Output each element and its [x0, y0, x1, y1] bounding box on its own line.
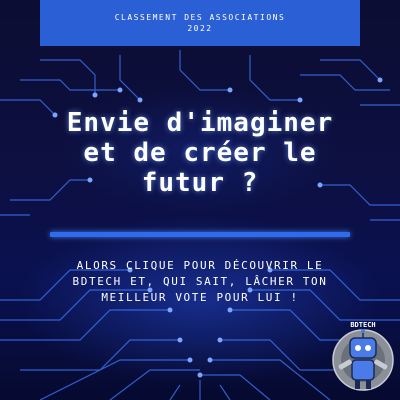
banner-line-1: Classement des associations — [114, 13, 286, 22]
divider-bar — [50, 232, 350, 237]
header-banner: Classement des associations 2022 — [40, 0, 360, 46]
cta-line-2: BDTECH et, qui sait, lâcher ton — [72, 275, 328, 288]
headline-line-1: Envie d'imaginer — [66, 108, 334, 138]
poster: Classement des associations 2022 Envie d… — [0, 0, 400, 400]
robot-mascot-icon: BDTECH — [332, 321, 394, 391]
banner-line-2: 2022 — [187, 24, 213, 33]
logo-text: BDTECH — [350, 321, 375, 329]
headline: Envie d'imaginer et de créer le futur ? — [0, 108, 400, 198]
call-to-action: Alors clique pour découvrir le BDTECH et… — [20, 258, 380, 306]
headline-line-3: futur ? — [141, 168, 259, 198]
headline-line-2: et de créer le — [83, 138, 317, 168]
cta-line-3: meilleur vote pour lui ! — [101, 291, 299, 304]
cta-line-1: Alors clique pour découvrir le — [76, 259, 324, 272]
